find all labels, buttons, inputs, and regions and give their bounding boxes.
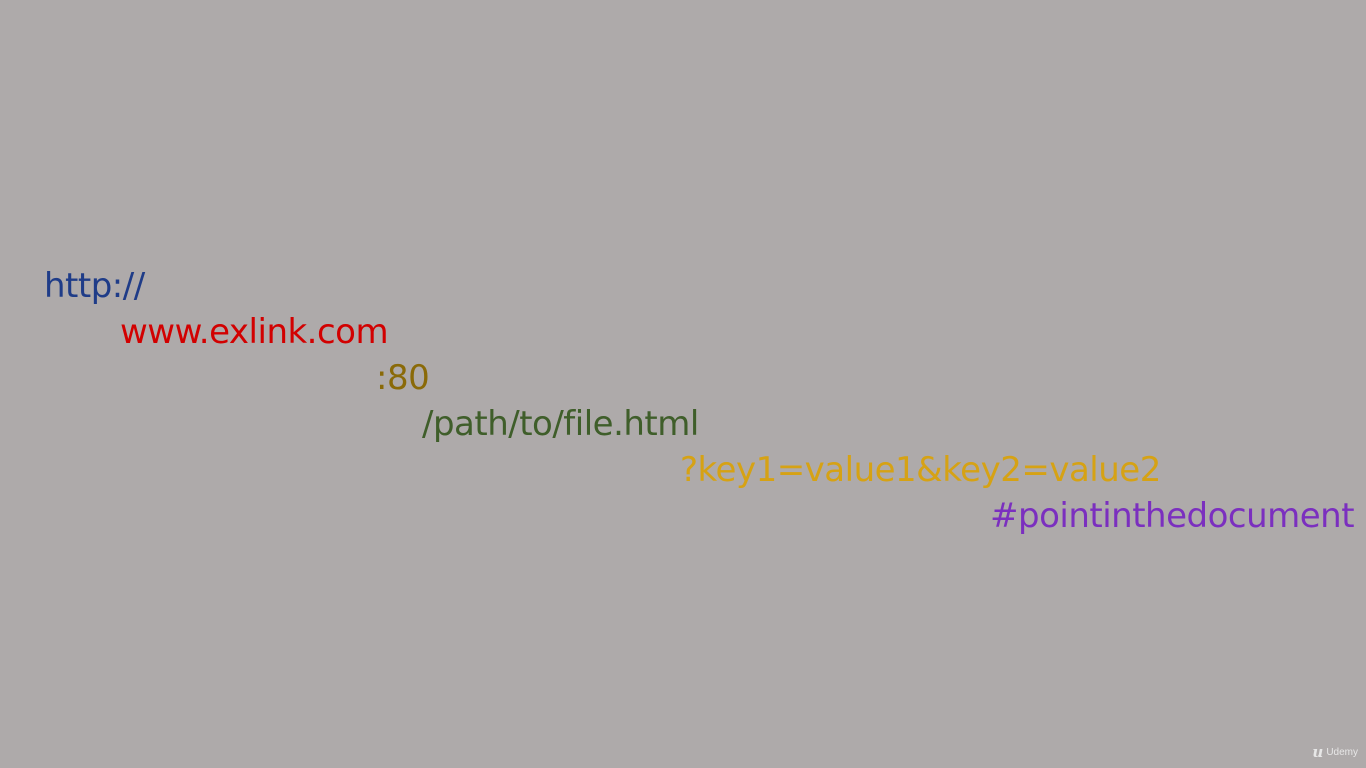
url-query: ?key1=value1&key2=value2 <box>680 450 1161 490</box>
url-port: :80 <box>376 358 430 398</box>
slide: http:// www.exlink.com :80 /path/to/file… <box>0 0 1366 768</box>
watermark-brand: Udemy <box>1326 747 1358 758</box>
url-protocol: http:// <box>44 266 145 306</box>
url-fragment: #pointinthedocument <box>990 496 1355 536</box>
url-domain: www.exlink.com <box>120 312 389 352</box>
udemy-watermark: u Udemy <box>1312 745 1358 760</box>
udemy-logo-icon: u <box>1312 743 1324 761</box>
url-path: /path/to/file.html <box>422 404 699 444</box>
